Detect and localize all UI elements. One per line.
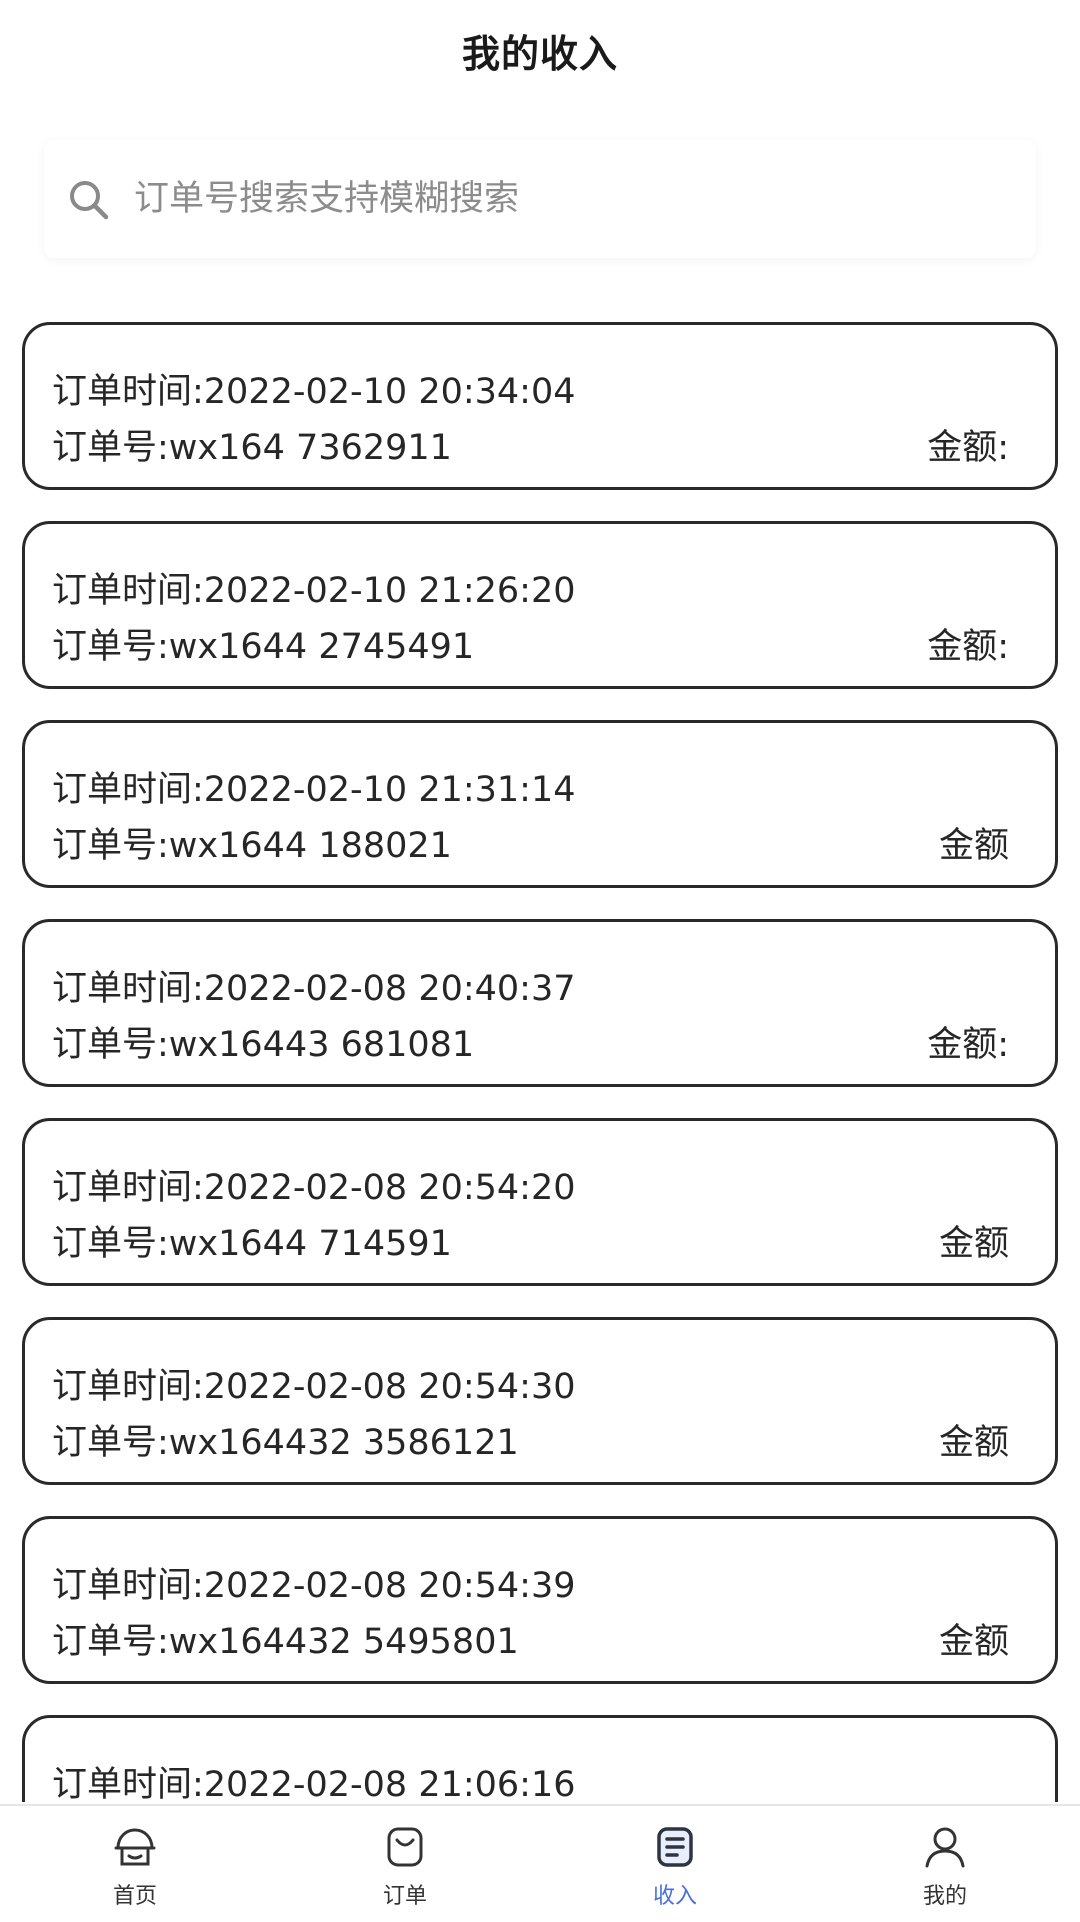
search-input[interactable]	[132, 178, 1016, 220]
tab-label: 首页	[112, 1884, 157, 1909]
order-amount: 金额:	[927, 627, 1009, 667]
order-number: 订单号:wx164432 5495801	[52, 1622, 519, 1662]
bottom-tab-bar: 首页 订单 收入 我的	[0, 1804, 1080, 1922]
order-card[interactable]: 订单时间:2022-02-08 21:06:16	[22, 1715, 1058, 1802]
tab-label: 我的	[922, 1884, 967, 1909]
order-amount: 金额	[938, 1224, 1009, 1264]
order-time: 订单时间:2022-02-10 21:26:20	[52, 571, 576, 611]
user-icon	[920, 1822, 970, 1872]
tab-mine[interactable]: 我的	[810, 1806, 1080, 1922]
order-card[interactable]: 订单时间:2022-02-10 21:26:20 订单号:wx1644 2745…	[22, 521, 1058, 689]
tab-label: 订单	[382, 1884, 427, 1909]
search-icon[interactable]	[62, 173, 114, 225]
home-icon	[110, 1822, 160, 1872]
tab-income[interactable]: 收入	[540, 1806, 810, 1922]
order-card[interactable]: 订单时间:2022-02-08 20:54:39 订单号:wx164432 54…	[22, 1516, 1058, 1684]
order-bag-icon	[380, 1822, 430, 1872]
order-time: 订单时间:2022-02-08 20:54:39	[52, 1566, 576, 1606]
order-amount: 金额	[938, 1423, 1009, 1463]
order-card[interactable]: 订单时间:2022-02-08 20:40:37 订单号:wx16443 681…	[22, 919, 1058, 1087]
order-time: 订单时间:2022-02-10 21:31:14	[52, 770, 576, 810]
order-time: 订单时间:2022-02-08 20:54:30	[52, 1367, 576, 1407]
order-time: 订单时间:2022-02-08 21:06:16	[52, 1765, 576, 1802]
order-time: 订单时间:2022-02-08 20:40:37	[52, 969, 576, 1009]
page-header: 我的收入	[0, 0, 1080, 100]
tab-label: 收入	[652, 1884, 697, 1909]
order-number: 订单号:wx164 7362911	[52, 428, 452, 468]
order-amount: 金额	[938, 1622, 1009, 1662]
order-number: 订单号:wx16443 681081	[52, 1025, 475, 1065]
order-card[interactable]: 订单时间:2022-02-08 20:54:20 订单号:wx1644 7145…	[22, 1118, 1058, 1286]
order-card[interactable]: 订单时间:2022-02-10 21:31:14 订单号:wx1644 1880…	[22, 720, 1058, 888]
order-amount: 金额	[938, 826, 1009, 866]
search-bar[interactable]	[44, 140, 1036, 258]
order-card[interactable]: 订单时间:2022-02-10 20:34:04 订单号:wx164 73629…	[22, 322, 1058, 490]
income-list[interactable]: 订单时间:2022-02-10 20:34:04 订单号:wx164 73629…	[20, 322, 1060, 1802]
order-number: 订单号:wx164432 3586121	[52, 1423, 519, 1463]
tab-orders[interactable]: 订单	[270, 1806, 540, 1922]
order-time: 订单时间:2022-02-08 20:54:20	[52, 1168, 576, 1208]
income-document-icon	[650, 1822, 700, 1872]
order-amount: 金额:	[927, 1025, 1009, 1065]
tab-home[interactable]: 首页	[0, 1806, 270, 1922]
page-title: 我的收入	[461, 31, 618, 76]
order-time: 订单时间:2022-02-10 20:34:04	[52, 372, 576, 412]
order-number: 订单号:wx1644 2745491	[52, 627, 475, 667]
order-amount: 金额:	[927, 428, 1009, 468]
order-card[interactable]: 订单时间:2022-02-08 20:54:30 订单号:wx164432 35…	[22, 1317, 1058, 1485]
order-number: 订单号:wx1644 714591	[52, 1224, 452, 1264]
order-number: 订单号:wx1644 188021	[52, 826, 452, 866]
